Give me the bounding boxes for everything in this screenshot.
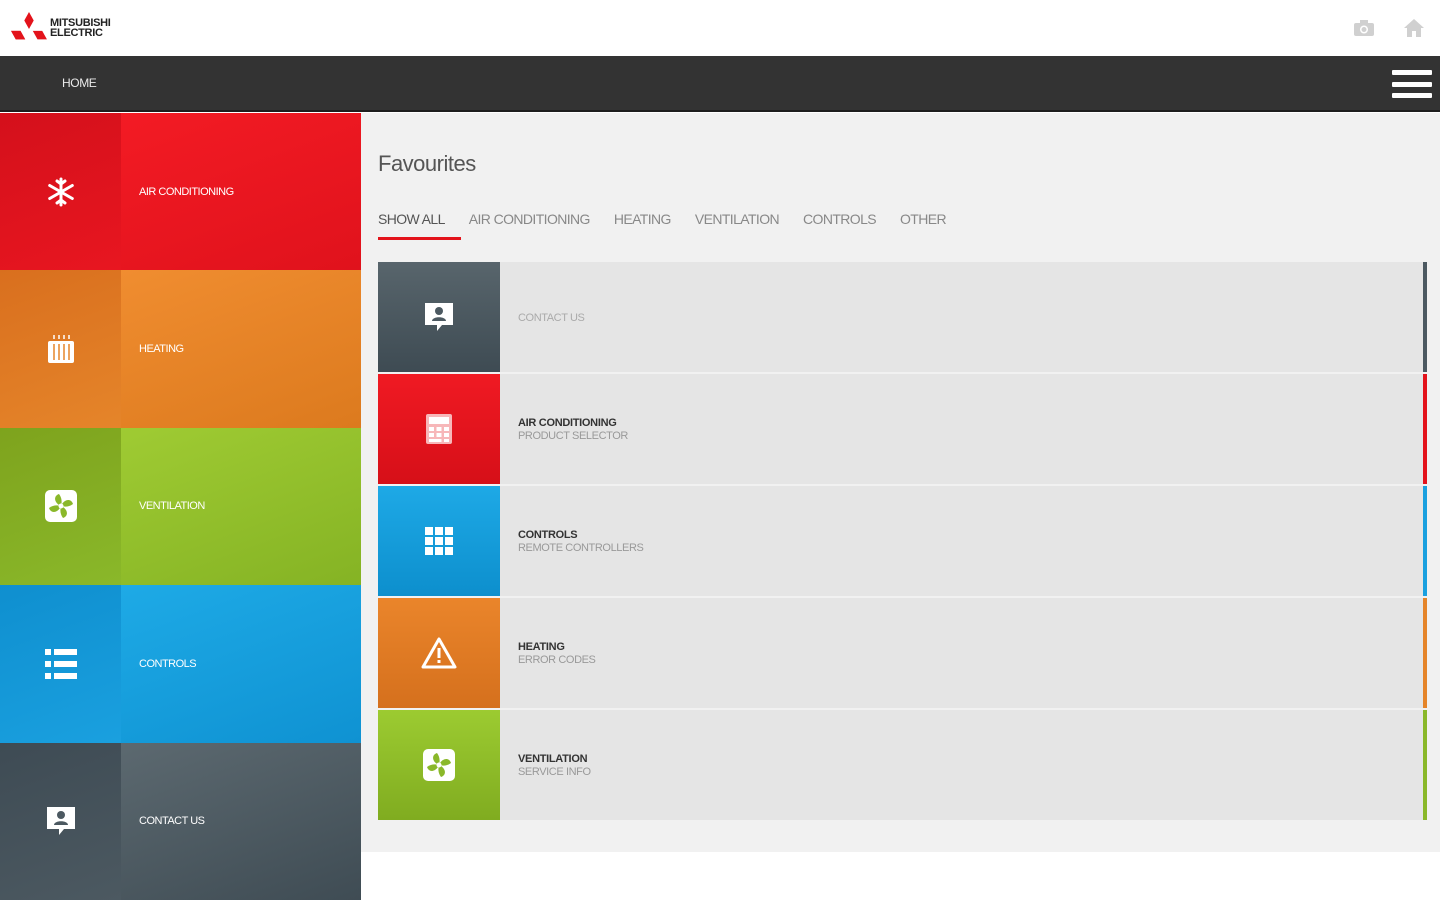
warning-icon bbox=[378, 598, 500, 708]
sidebar-label-air-conditioning: AIR CONDITIONING bbox=[121, 113, 361, 271]
three-diamonds-logo-icon bbox=[11, 11, 47, 40]
contact-chat-icon bbox=[0, 742, 121, 900]
camera-icon[interactable] bbox=[1352, 16, 1376, 40]
favourite-subtitle: PRODUCT SELECTOR bbox=[518, 429, 628, 442]
logo-text-line2: ELECTRIC bbox=[50, 27, 103, 39]
sidebar-label-contact-us: CONTACT US bbox=[121, 742, 361, 900]
tab-heating[interactable]: HEATING bbox=[614, 211, 672, 239]
calculator-icon bbox=[378, 374, 500, 484]
fan-icon bbox=[378, 710, 500, 820]
sidebar-tile-ventilation[interactable]: VENTILATION bbox=[0, 427, 361, 586]
sidebar-tile-heating[interactable]: HEATING bbox=[0, 270, 361, 428]
sidebar-tile-contact-us[interactable]: CONTACT US bbox=[0, 742, 361, 900]
favourites-panel: Favourites SHOW ALL AIR CONDITIONING HEA… bbox=[361, 113, 1440, 852]
sidebar-tile-controls[interactable]: CONTROLS bbox=[0, 585, 361, 743]
sidebar-label-ventilation: VENTILATION bbox=[121, 427, 361, 586]
grid-icon bbox=[378, 486, 500, 596]
favourite-title: HEATING bbox=[518, 640, 565, 653]
tab-controls[interactable]: CONTROLS bbox=[803, 211, 877, 239]
favourite-contact-us[interactable]: CONTACT US bbox=[378, 262, 1427, 372]
favourite-service-info[interactable]: VENTILATION SERVICE INFO bbox=[378, 710, 1427, 820]
favourite-error-codes[interactable]: HEATING ERROR CODES bbox=[378, 598, 1427, 708]
favourite-subtitle: CONTACT US bbox=[518, 311, 585, 324]
fan-icon bbox=[0, 427, 121, 586]
favourite-edge-accent bbox=[1423, 598, 1427, 708]
favourite-remote-controllers[interactable]: CONTROLS REMOTE CONTROLLERS bbox=[378, 486, 1427, 596]
snowflake-icon bbox=[0, 113, 121, 271]
mitsubishi-logo[interactable]: MITSUBISHI ELECTRIC bbox=[10, 10, 130, 46]
sidebar-label-heating: HEATING bbox=[121, 270, 361, 428]
favourite-title: CONTROLS bbox=[518, 528, 578, 541]
home-icon[interactable] bbox=[1402, 16, 1426, 40]
tab-other[interactable]: OTHER bbox=[900, 211, 947, 239]
favourite-product-selector[interactable]: AIR CONDITIONING PRODUCT SELECTOR bbox=[378, 374, 1427, 484]
nav-home-link[interactable]: HOME bbox=[62, 76, 97, 90]
list-icon bbox=[0, 585, 121, 743]
favourite-subtitle: SERVICE INFO bbox=[518, 765, 591, 778]
tab-show-all[interactable]: SHOW ALL bbox=[378, 211, 461, 240]
favourite-title: AIR CONDITIONING bbox=[518, 416, 617, 429]
sidebar-tile-air-conditioning[interactable]: AIR CONDITIONING bbox=[0, 113, 361, 271]
favourite-edge-accent bbox=[1423, 710, 1427, 820]
tab-ventilation[interactable]: VENTILATION bbox=[695, 211, 780, 239]
filter-tabs: SHOW ALL AIR CONDITIONING HEATING VENTIL… bbox=[378, 211, 947, 240]
contact-chat-icon bbox=[378, 262, 500, 372]
sidebar-label-controls: CONTROLS bbox=[121, 585, 361, 743]
nav-bar: HOME bbox=[0, 56, 1440, 112]
radiator-icon bbox=[0, 270, 121, 428]
favourite-subtitle: REMOTE CONTROLLERS bbox=[518, 541, 644, 554]
favourite-edge-accent bbox=[1423, 262, 1427, 372]
favourite-subtitle: ERROR CODES bbox=[518, 653, 596, 666]
tab-air-conditioning[interactable]: AIR CONDITIONING bbox=[469, 211, 591, 239]
top-bar: MITSUBISHI ELECTRIC bbox=[0, 0, 1440, 56]
logo-text: MITSUBISHI ELECTRIC bbox=[50, 18, 111, 39]
favourite-edge-accent bbox=[1423, 374, 1427, 484]
favourite-title: VENTILATION bbox=[518, 752, 588, 765]
favourite-edge-accent bbox=[1423, 486, 1427, 596]
hamburger-menu-icon[interactable] bbox=[1392, 70, 1432, 98]
category-sidebar: AIR CONDITIONING HEATING VENTILATION CON… bbox=[0, 113, 361, 900]
page-title: Favourites bbox=[378, 151, 476, 176]
favourites-list: CONTACT US AIR CONDITIONING PRODUCT SELE… bbox=[378, 262, 1427, 822]
